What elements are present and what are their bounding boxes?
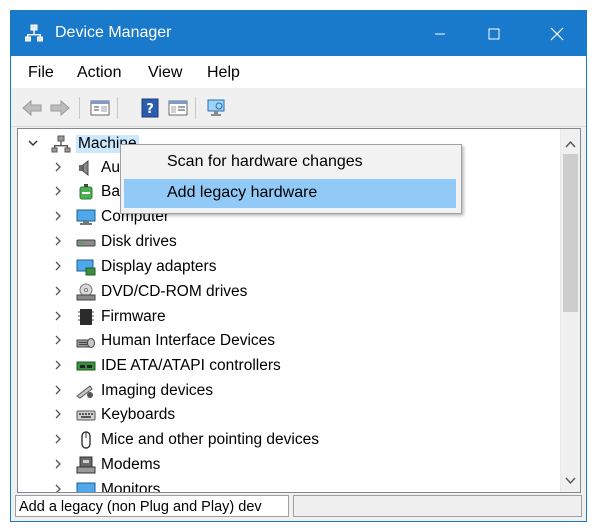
monitor-icon	[76, 481, 96, 492]
firmware-chip-icon	[76, 308, 96, 326]
status-bar: Add a legacy (non Plug and Play) dev	[11, 493, 586, 521]
menu-file[interactable]: File	[28, 64, 54, 82]
tree-item-label: Mice and other pointing devices	[101, 431, 319, 448]
tree-item-monitors[interactable]: Monitors	[18, 478, 563, 493]
maximize-button[interactable]	[471, 11, 517, 56]
status-text: Add a legacy (non Plug and Play) dev	[19, 499, 262, 515]
minimize-icon	[435, 33, 445, 34]
tree-item-hid[interactable]: Human Interface Devices	[18, 329, 563, 353]
chevron-right-icon[interactable]	[52, 234, 64, 248]
device-manager-window: Device Manager File Action View Help ? M…	[10, 10, 587, 522]
tree-item-modems[interactable]: Modems	[18, 453, 563, 477]
tree-item-firmware[interactable]: Firmware	[18, 305, 563, 329]
tree-item-ide[interactable]: IDE ATA/ATAPI controllers	[18, 354, 563, 378]
help-icon[interactable]: ?	[139, 98, 161, 118]
chevron-right-icon[interactable]	[52, 184, 64, 198]
chevron-right-icon[interactable]	[52, 259, 64, 273]
maximize-icon	[488, 28, 500, 39]
menu-help[interactable]: Help	[207, 64, 240, 82]
menu-view[interactable]: View	[148, 64, 182, 82]
dvd-drive-icon	[76, 283, 96, 301]
window-title: Device Manager	[55, 24, 172, 41]
minimize-button[interactable]	[417, 11, 463, 56]
toolbar-separator	[79, 97, 80, 119]
chevron-down-icon[interactable]	[27, 136, 39, 150]
back-arrow-icon[interactable]	[21, 98, 43, 118]
chevron-right-icon[interactable]	[52, 482, 64, 492]
chevron-right-icon[interactable]	[52, 209, 64, 223]
battery-icon	[76, 183, 96, 201]
tree-item-display-adapters[interactable]: Display adapters	[18, 255, 563, 279]
svg-text:?: ?	[146, 102, 154, 117]
menu-action[interactable]: Action	[77, 64, 121, 82]
tree-item-keyboards[interactable]: Keyboards	[18, 403, 563, 427]
modem-icon	[76, 456, 96, 474]
tree-item-label: Monitors	[101, 481, 161, 493]
status-panel: Add a legacy (non Plug and Play) dev	[15, 495, 289, 517]
vertical-scrollbar[interactable]	[560, 129, 580, 492]
device-manager-app-icon	[25, 24, 43, 46]
keyboard-icon	[76, 406, 96, 424]
chevron-right-icon[interactable]	[52, 309, 64, 323]
tree-item-imaging[interactable]: Imaging devices	[18, 379, 563, 403]
hid-icon	[76, 332, 96, 350]
tree-item-label: IDE ATA/ATAPI controllers	[101, 357, 281, 374]
status-panel-secondary	[293, 495, 582, 517]
chevron-right-icon[interactable]	[52, 407, 64, 421]
menu-item-label: Add legacy hardware	[167, 184, 318, 201]
mouse-icon	[76, 431, 96, 449]
title-bar[interactable]: Device Manager	[11, 11, 586, 56]
tree-item-label: Display adapters	[101, 258, 217, 275]
scan-hardware-icon[interactable]	[205, 98, 227, 118]
menu-item-scan-for-hardware-changes[interactable]: Scan for hardware changes	[124, 148, 456, 177]
tree-item-label: DVD/CD-ROM drives	[101, 283, 248, 300]
chevron-right-icon[interactable]	[52, 333, 64, 347]
chevron-right-icon[interactable]	[52, 432, 64, 446]
toolbar-separator	[195, 97, 196, 119]
tree-item-label: Disk drives	[101, 233, 177, 250]
show-hide-console-tree-icon[interactable]	[167, 98, 189, 118]
tree-item-disk-drives[interactable]: Disk drives	[18, 230, 563, 254]
properties-icon[interactable]	[89, 98, 111, 118]
scrollbar-thumb[interactable]	[563, 154, 578, 312]
tree-item-label: Au	[101, 159, 120, 176]
forward-arrow-icon[interactable]	[49, 98, 71, 118]
tree-item-label: Imaging devices	[101, 382, 214, 399]
tree-item-label: Human Interface Devices	[101, 332, 276, 349]
tree-item-label: Firmware	[101, 308, 166, 325]
chevron-right-icon[interactable]	[52, 284, 64, 298]
menu-item-add-legacy-hardware[interactable]: Add legacy hardware	[124, 179, 456, 208]
context-menu: Scan for hardware changes Add legacy har…	[120, 144, 462, 214]
tree-item-mice[interactable]: Mice and other pointing devices	[18, 428, 563, 452]
tree-item-label: Modems	[101, 456, 161, 473]
ide-controller-icon	[76, 357, 96, 375]
scroll-down-icon[interactable]	[565, 472, 576, 489]
tree-item-dvd-drives[interactable]: DVD/CD-ROM drives	[18, 280, 563, 304]
speaker-icon	[76, 159, 96, 177]
camera-icon	[76, 382, 96, 400]
tree-item-label: Keyboards	[101, 406, 176, 423]
menu-bar: File Action View Help	[11, 56, 586, 88]
toolbar: ?	[11, 88, 586, 127]
chevron-right-icon[interactable]	[52, 160, 64, 174]
computer-monitor-icon	[76, 208, 96, 226]
chevron-right-icon[interactable]	[52, 383, 64, 397]
chevron-right-icon[interactable]	[52, 457, 64, 471]
chevron-right-icon[interactable]	[52, 358, 64, 372]
close-button[interactable]	[534, 11, 580, 56]
menu-item-label: Scan for hardware changes	[167, 153, 363, 170]
computer-network-icon	[51, 135, 71, 153]
tree-item-label: Ba	[101, 183, 120, 200]
close-icon	[550, 27, 564, 40]
toolbar-separator	[117, 97, 118, 119]
display-adapter-icon	[76, 258, 96, 276]
scroll-up-icon[interactable]	[565, 135, 576, 152]
disk-drive-icon	[76, 233, 96, 251]
